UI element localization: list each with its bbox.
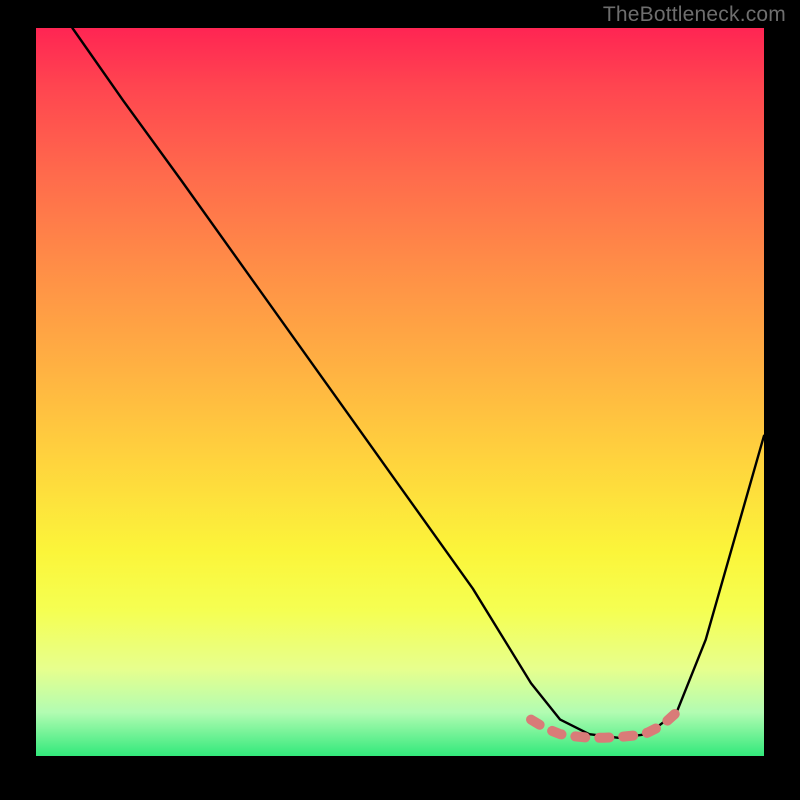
watermark-label: TheBottleneck.com <box>603 3 786 27</box>
chart-svg <box>36 28 764 756</box>
optimal-range-marker <box>531 712 677 737</box>
chart-frame: TheBottleneck.com <box>0 0 800 800</box>
bottleneck-curve <box>72 28 764 738</box>
plot-area <box>36 28 764 756</box>
